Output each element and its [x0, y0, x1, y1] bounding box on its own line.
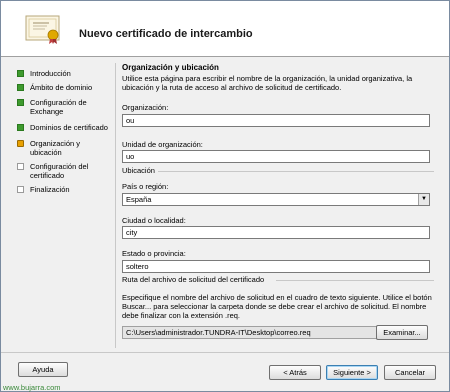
step-pending-icon: [17, 163, 24, 170]
wizard-steps: Introducción Ámbito de dominio Configura…: [1, 58, 115, 348]
chevron-down-icon[interactable]: ▼: [418, 194, 429, 205]
certificate-icon: [25, 15, 60, 44]
state-input[interactable]: soltero: [122, 260, 430, 273]
state-label: Estado o provincia:: [122, 249, 186, 258]
step-pending-icon: [17, 186, 24, 193]
step-label: Configuración de Exchange: [30, 98, 87, 116]
step-label: Introducción: [30, 69, 71, 78]
request-file-path-field[interactable]: C:\Users\administrador.TUNDRA-IT\Desktop…: [122, 326, 380, 339]
step-complete-icon: [17, 84, 24, 91]
country-label: País o región:: [122, 182, 169, 191]
wizard-window: Nuevo certificado de intercambio Introdu…: [0, 0, 450, 392]
city-label: Ciudad o localidad:: [122, 216, 186, 225]
next-button[interactable]: Siguiente >: [326, 365, 378, 380]
help-button[interactable]: Ayuda: [18, 362, 68, 377]
step-label: Ámbito de dominio: [30, 83, 93, 92]
step-exchange-config: Configuración de Exchange: [17, 98, 110, 116]
section-title: Organización y ubicación: [122, 63, 219, 72]
organization-input[interactable]: ou: [122, 114, 430, 127]
org-unit-input[interactable]: uo: [122, 150, 430, 163]
org-unit-label: Unidad de organización:: [122, 140, 203, 149]
step-domain-scope: Ámbito de dominio: [17, 83, 110, 92]
country-select[interactable]: España ▼: [122, 193, 430, 206]
step-label: Finalización: [30, 185, 70, 194]
country-selected-value: España: [126, 195, 152, 204]
step-completion: Finalización: [17, 185, 110, 194]
intro-text: Utilice esta página para escribir el nom…: [122, 74, 413, 92]
step-complete-icon: [17, 124, 24, 131]
footer-divider: [1, 352, 449, 353]
location-group-label: Ubicación: [122, 166, 155, 175]
organization-label: Organización:: [122, 103, 169, 112]
step-label: Organización y ubicación: [30, 139, 81, 157]
path-group-divider: [276, 280, 434, 281]
cancel-button[interactable]: Cancelar: [384, 365, 436, 380]
step-cert-configuration: Configuración del certificado: [17, 162, 110, 180]
step-organization-location: Organización y ubicación: [17, 139, 110, 157]
step-label: Configuración del certificado: [30, 162, 89, 180]
path-help-text: Especifique el nombre del archivo de sol…: [122, 293, 432, 320]
location-group-divider: [158, 171, 434, 172]
page-title: Nuevo certificado de intercambio: [79, 28, 253, 40]
step-introduction: Introducción: [17, 69, 110, 78]
step-complete-icon: [17, 99, 24, 106]
step-current-icon: [17, 140, 24, 147]
sidebar-divider: [115, 63, 116, 348]
step-cert-domains: Dominios de certificado: [17, 123, 110, 132]
step-label: Dominios de certificado: [30, 123, 108, 132]
path-group-label: Ruta del archivo de solicitud del certif…: [122, 275, 265, 284]
step-complete-icon: [17, 70, 24, 77]
watermark-text: www.bujarra.com: [3, 383, 61, 392]
back-button[interactable]: < Atrás: [269, 365, 321, 380]
wizard-header: Nuevo certificado de intercambio: [1, 1, 449, 57]
browse-button[interactable]: Examinar...: [376, 325, 428, 340]
city-input[interactable]: city: [122, 226, 430, 239]
